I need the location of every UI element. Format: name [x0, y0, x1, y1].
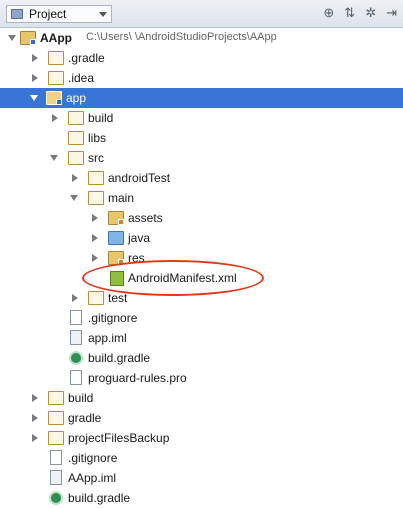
item-label: main	[108, 191, 135, 205]
tree-row-backup-folder[interactable]: projectFilesBackup	[0, 428, 403, 448]
folder-icon	[48, 71, 64, 85]
highlight-oval	[82, 260, 264, 296]
item-label: assets	[128, 211, 163, 225]
source-folder-icon	[108, 231, 124, 245]
root-path: C:\Users\ \AndroidStudioProjects\AApp	[86, 31, 277, 43]
item-label: libs	[88, 131, 107, 145]
item-label: build.gradle	[88, 351, 151, 365]
root-name: AApp	[40, 31, 72, 45]
tree-row-assets-folder[interactable]: assets	[0, 208, 403, 228]
expand-arrow-icon[interactable]	[50, 155, 58, 161]
expand-arrow-icon[interactable]	[32, 54, 38, 62]
expand-arrow-icon[interactable]	[52, 114, 58, 122]
iml-file-icon	[70, 330, 82, 345]
folder-icon	[48, 431, 64, 445]
tree-row-main-folder[interactable]: main	[0, 188, 403, 208]
item-label: androidTest	[108, 171, 171, 185]
gear-icon[interactable]: ✲	[365, 6, 376, 20]
tree-row-androidtest-folder[interactable]: androidTest	[0, 168, 403, 188]
text-file-icon	[70, 310, 82, 325]
project-view-label: Project	[29, 7, 67, 21]
expand-arrow-icon[interactable]	[32, 414, 38, 422]
item-label: .idea	[68, 71, 95, 85]
folder-icon	[48, 391, 64, 405]
tree-row-root-build-folder[interactable]: build	[0, 388, 403, 408]
collapse-icon[interactable]: ⇅	[344, 6, 355, 20]
folder-icon	[68, 151, 84, 165]
expand-arrow-icon[interactable]	[92, 214, 98, 222]
expand-arrow-icon[interactable]	[72, 174, 78, 182]
tree-row-libs-folder[interactable]: libs	[0, 128, 403, 148]
item-label: .gitignore	[68, 451, 118, 465]
tree-row-idea-folder[interactable]: .idea	[0, 68, 403, 88]
expand-arrow-icon[interactable]	[72, 294, 78, 302]
item-label: .gitignore	[88, 311, 138, 325]
tree-row-root-gitignore[interactable]: .gitignore	[0, 448, 403, 468]
item-label: projectFilesBackup	[68, 431, 170, 445]
item-label: app	[66, 91, 87, 105]
item-label: proguard-rules.pro	[88, 371, 187, 385]
expand-arrow-icon[interactable]	[30, 95, 38, 101]
expand-arrow-icon[interactable]	[32, 434, 38, 442]
gradle-file-icon	[69, 351, 83, 365]
tree-row-gradle-folder[interactable]: .gradle	[0, 48, 403, 68]
project-icon	[11, 9, 23, 19]
gradle-file-icon	[49, 491, 63, 505]
folder-icon	[88, 171, 104, 185]
tree-row-build-folder[interactable]: build	[0, 108, 403, 128]
folder-icon	[88, 191, 104, 205]
tree-row-app-folder[interactable]: app	[0, 88, 403, 108]
chevron-down-icon	[99, 12, 107, 17]
hide-icon[interactable]: ⇥	[386, 6, 397, 20]
item-label: gradle	[68, 411, 102, 425]
module-folder-icon	[46, 91, 62, 105]
iml-file-icon	[50, 470, 62, 485]
tree-row-root[interactable]: AApp C:\Users\ \AndroidStudioProjects\AA…	[0, 28, 403, 48]
tree-row-proguard[interactable]: proguard-rules.pro	[0, 368, 403, 388]
tree-row-aapp-iml[interactable]: AApp.iml	[0, 468, 403, 488]
resources-folder-icon	[108, 211, 124, 225]
expand-arrow-icon[interactable]	[32, 394, 38, 402]
folder-icon	[48, 51, 64, 65]
tree-row-app-iml[interactable]: app.iml	[0, 328, 403, 348]
item-label: .gradle	[68, 51, 105, 65]
expand-arrow-icon[interactable]	[92, 234, 98, 242]
item-label: build	[68, 391, 94, 405]
folder-icon	[68, 111, 84, 125]
project-view-selector[interactable]: Project	[6, 5, 112, 23]
folder-icon	[88, 291, 104, 305]
expand-arrow-icon[interactable]	[8, 35, 16, 41]
tree-row-app-build-gradle[interactable]: build.gradle	[0, 348, 403, 368]
folder-icon	[68, 131, 84, 145]
tree-row-root-gradle-folder[interactable]: gradle	[0, 408, 403, 428]
item-label: build	[88, 111, 114, 125]
item-label: java	[128, 231, 151, 245]
text-file-icon	[50, 450, 62, 465]
expand-arrow-icon[interactable]	[70, 195, 78, 201]
expand-arrow-icon[interactable]	[92, 254, 98, 262]
item-label: src	[88, 151, 104, 165]
text-file-icon	[70, 370, 82, 385]
target-icon[interactable]: ⊕	[323, 6, 334, 20]
tree-row-app-gitignore[interactable]: .gitignore	[0, 308, 403, 328]
expand-arrow-icon[interactable]	[32, 74, 38, 82]
tree-row-src-folder[interactable]: src	[0, 148, 403, 168]
item-label: app.iml	[88, 331, 127, 345]
tree-row-java-folder[interactable]: java	[0, 228, 403, 248]
item-label: build.gradle	[68, 491, 131, 505]
tree-row-root-build-gradle[interactable]: build.gradle	[0, 488, 403, 508]
item-label: AApp.iml	[68, 471, 117, 485]
module-folder-icon	[20, 31, 36, 45]
project-toolbar: Project ⊕ ⇅ ✲ ⇥	[0, 0, 403, 28]
folder-icon	[48, 411, 64, 425]
